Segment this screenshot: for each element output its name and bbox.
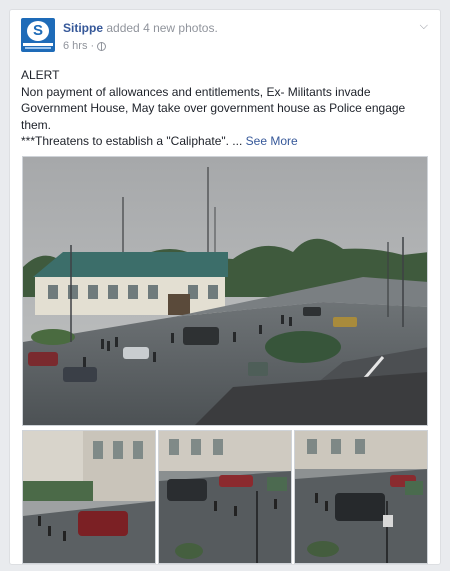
post-text-line-alert: ALERT <box>21 68 60 82</box>
post-header: S Sitippe added 4 new photos. 6 hrs · ⌵ <box>21 18 430 58</box>
post-timestamp[interactable]: 6 hrs <box>63 40 87 52</box>
photo-thumb-3[interactable] <box>294 430 428 564</box>
photo-thumb-3-image <box>295 431 427 563</box>
post-text: ALERT Non payment of allowances and enti… <box>21 67 431 150</box>
logo-bar <box>23 43 53 46</box>
post-text-line-caliphate: ***Threatens to establish a "Caliphate".… <box>21 133 431 150</box>
page-logo-letter: S <box>27 21 49 41</box>
page-name-link[interactable]: Sitippe <box>63 21 103 35</box>
avatar[interactable]: S <box>21 18 55 52</box>
logo-subbar <box>25 47 51 49</box>
see-more-link[interactable]: See More <box>246 134 298 148</box>
photo-main[interactable] <box>22 156 428 426</box>
photo-thumb-2-image <box>159 431 291 563</box>
photo-thumb-1-image <box>23 431 155 563</box>
post-action-text: added 4 new photos. <box>106 21 218 35</box>
chevron-down-icon[interactable]: ⌵ <box>420 20 428 33</box>
photo-thumb-2[interactable] <box>158 430 292 564</box>
globe-icon[interactable] <box>97 41 107 51</box>
post-headline: Sitippe added 4 new photos. <box>63 21 218 35</box>
photo-thumb-1[interactable] <box>22 430 156 564</box>
post-meta: 6 hrs · <box>63 40 107 52</box>
meta-separator: · <box>90 40 95 52</box>
feed-post: S Sitippe added 4 new photos. 6 hrs · ⌵ … <box>9 9 441 565</box>
post-text-truncated: ***Threatens to establish a "Caliphate".… <box>21 134 243 148</box>
photo-main-image <box>23 157 427 425</box>
post-text-line-main: Non payment of allowances and entitlemen… <box>21 84 406 132</box>
